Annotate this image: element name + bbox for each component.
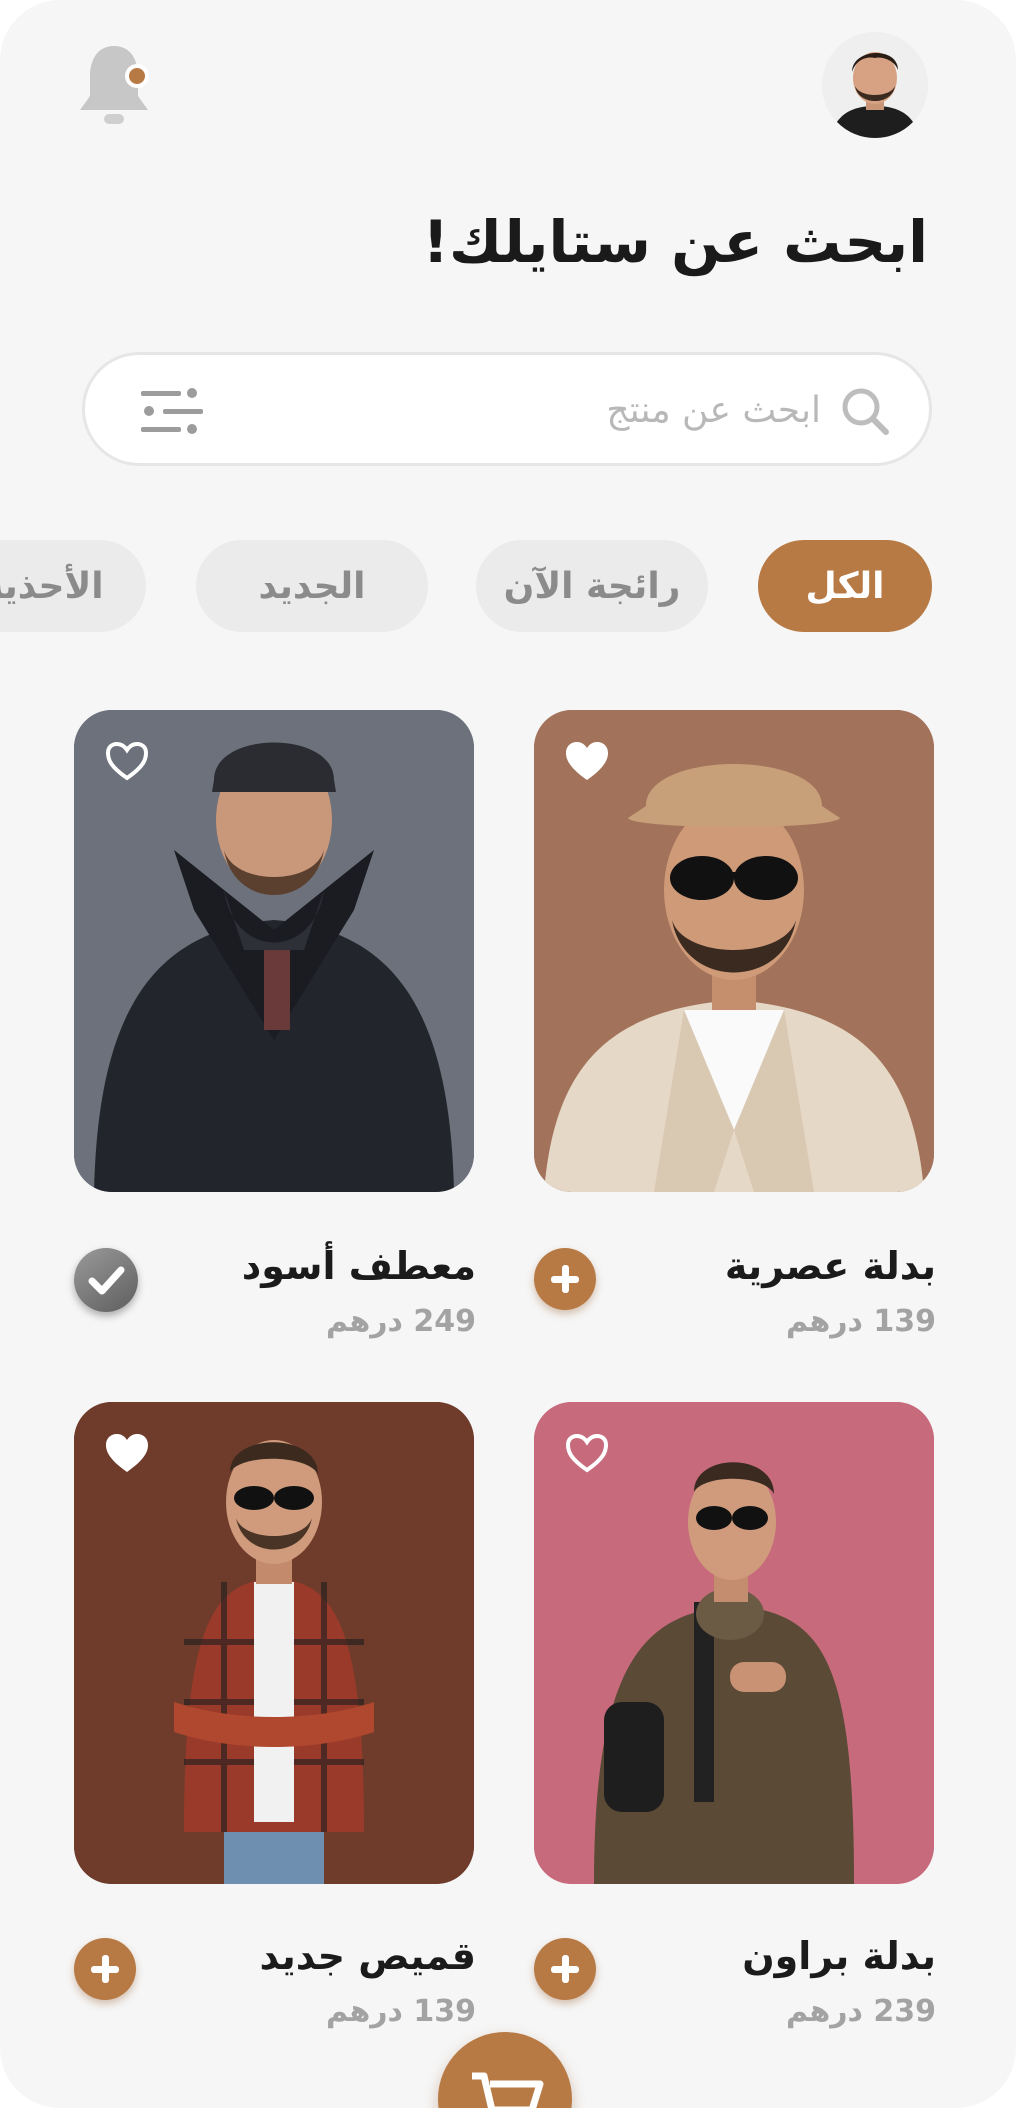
- heart-filled-icon[interactable]: [104, 1432, 150, 1474]
- search-icon[interactable]: [839, 385, 891, 437]
- heart-filled-icon[interactable]: [564, 740, 610, 782]
- heart-outline-icon[interactable]: [564, 1432, 610, 1474]
- product-name: بدلة عصرية: [724, 1244, 936, 1288]
- product-price: 249 درهم: [325, 1304, 476, 1339]
- notification-button[interactable]: [74, 40, 154, 132]
- heart-outline-icon[interactable]: [104, 740, 150, 782]
- product-photo: [74, 710, 474, 1192]
- search-input[interactable]: [261, 379, 821, 441]
- app-screen: ابحث عن ستايلك! الكل رائجة الآن الجديد ا…: [0, 0, 1016, 2108]
- product-photo: [534, 710, 934, 1192]
- chip-label: رائجة الآن: [503, 565, 681, 607]
- chip-trending[interactable]: رائجة الآن: [476, 540, 708, 632]
- product-photo: [534, 1402, 934, 1884]
- product-card-image[interactable]: [74, 710, 474, 1192]
- checkmark-icon: [88, 1266, 125, 1295]
- chip-new[interactable]: الجديد: [196, 540, 428, 632]
- search-bar: [82, 352, 932, 466]
- product-name: قميص جديد: [259, 1934, 477, 1978]
- product-price: 139 درهم: [325, 1994, 476, 2029]
- product-name: بدلة براون: [742, 1934, 936, 1978]
- cart-button[interactable]: [438, 2032, 572, 2108]
- product-price: 139 درهم: [785, 1304, 936, 1339]
- product-price: 239 درهم: [785, 1994, 936, 2029]
- add-to-cart-button[interactable]: [534, 1938, 596, 2000]
- avatar[interactable]: [822, 32, 928, 138]
- chip-shoes[interactable]: الأحذية: [0, 540, 146, 632]
- product-card-image[interactable]: [534, 1402, 934, 1884]
- profile-photo: [822, 32, 928, 138]
- product-name: معطف أسود: [241, 1244, 476, 1288]
- chip-label: الجديد: [258, 565, 366, 607]
- product-card-image[interactable]: [74, 1402, 474, 1884]
- product-card-image[interactable]: [534, 710, 934, 1192]
- chip-label: الأحذية: [0, 565, 104, 607]
- add-to-cart-button[interactable]: [534, 1248, 596, 1310]
- filter-icon[interactable]: [137, 387, 207, 437]
- chip-all[interactable]: الكل: [758, 540, 932, 632]
- chip-label: الكل: [805, 565, 885, 607]
- added-check-button[interactable]: [74, 1248, 138, 1312]
- add-to-cart-button[interactable]: [74, 1938, 136, 2000]
- category-filters: الكل رائجة الآن الجديد الأحذية: [0, 540, 1016, 634]
- product-photo: [74, 1402, 474, 1884]
- cart-icon: [472, 2072, 544, 2108]
- bell-icon: [80, 46, 149, 124]
- page-title: ابحث عن ستايلك!: [422, 208, 928, 276]
